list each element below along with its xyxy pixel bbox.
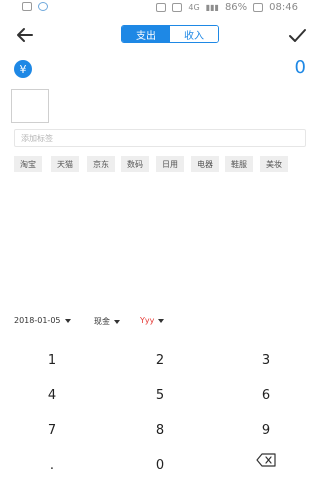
tab-income[interactable]: 收入 (170, 26, 218, 42)
tag-value: Yyy (140, 316, 155, 325)
sync-icon (38, 2, 48, 11)
backspace-icon (256, 453, 276, 467)
image-notification-icon (22, 2, 32, 11)
category-row: 衣 食 住 行 赚 (11, 89, 306, 123)
key-8[interactable]: 8 (110, 414, 210, 446)
category-housing[interactable]: 住 (141, 92, 173, 120)
tag-taobao[interactable]: 淘宝 (14, 156, 42, 172)
key-9[interactable]: 9 (216, 414, 316, 446)
network-type: 4G (188, 3, 200, 12)
key-2[interactable]: 2 (110, 344, 210, 376)
amount-row: ¥ 0 (0, 57, 320, 80)
back-button[interactable] (14, 24, 36, 46)
tag-jd[interactable]: 京东 (87, 156, 115, 172)
currency-symbol: ¥ (19, 62, 27, 76)
amount-value: 0 (294, 57, 306, 78)
info-row: 2018-01-05 现金 Yyy (14, 316, 306, 330)
account-selector[interactable]: 现金 (94, 316, 120, 327)
currency-icon[interactable]: ¥ (14, 60, 32, 78)
key-dot[interactable]: . (2, 449, 102, 481)
alarm-icon (156, 3, 167, 12)
confirm-button[interactable] (286, 24, 308, 46)
key-1[interactable]: 1 (2, 344, 102, 376)
key-6[interactable]: 6 (216, 379, 316, 411)
tag-list: 淘宝 天猫 京东 数码 日用 电器 鞋服 美妆 (14, 156, 306, 172)
tag-selector[interactable]: Yyy (140, 316, 165, 325)
tag-daily[interactable]: 日用 (156, 156, 184, 172)
battery-icon (253, 3, 264, 12)
tag-beauty[interactable]: 美妆 (260, 156, 288, 172)
date-selector[interactable]: 2018-01-05 (14, 316, 71, 325)
caret-down-icon (158, 318, 165, 323)
type-segmented-control: 支出 收入 (121, 25, 219, 43)
category-earn[interactable]: 赚 (260, 92, 292, 120)
key-0[interactable]: 0 (110, 449, 210, 481)
vibrate-icon (172, 3, 183, 12)
category-food[interactable]: 食 (81, 92, 113, 120)
caret-down-icon (64, 318, 71, 323)
clock-time: 08:46 (269, 2, 298, 13)
check-icon (289, 29, 306, 42)
top-toolbar: 支出 收入 (0, 20, 320, 50)
tag-tmall[interactable]: 天猫 (51, 156, 79, 172)
key-3[interactable]: 3 (216, 344, 316, 376)
date-value: 2018-01-05 (14, 316, 61, 325)
key-7[interactable]: 7 (2, 414, 102, 446)
tab-expense[interactable]: 支出 (122, 26, 170, 42)
tag-appliance[interactable]: 电器 (191, 156, 219, 172)
tag-input[interactable]: 添加标签 (14, 129, 306, 147)
caret-down-icon (114, 319, 120, 324)
tag-digital[interactable]: 数码 (121, 156, 149, 172)
back-arrow-icon (17, 28, 33, 42)
category-clothing[interactable]: 衣 (11, 89, 49, 123)
account-value: 现金 (94, 317, 110, 326)
tag-shoes-clothes[interactable]: 鞋服 (225, 156, 253, 172)
numeric-keypad: 1 2 3 4 5 6 7 8 9 . 0 (0, 344, 320, 480)
key-4[interactable]: 4 (2, 379, 102, 411)
backspace-key[interactable] (216, 444, 316, 476)
status-bar: 4G ▮▮▮ 86% 08:46 (0, 0, 320, 16)
battery-percentage: 86% (224, 2, 248, 13)
key-5[interactable]: 5 (110, 379, 210, 411)
signal-icon: ▮▮▮ (205, 3, 219, 12)
category-transport[interactable]: 行 (201, 92, 233, 120)
